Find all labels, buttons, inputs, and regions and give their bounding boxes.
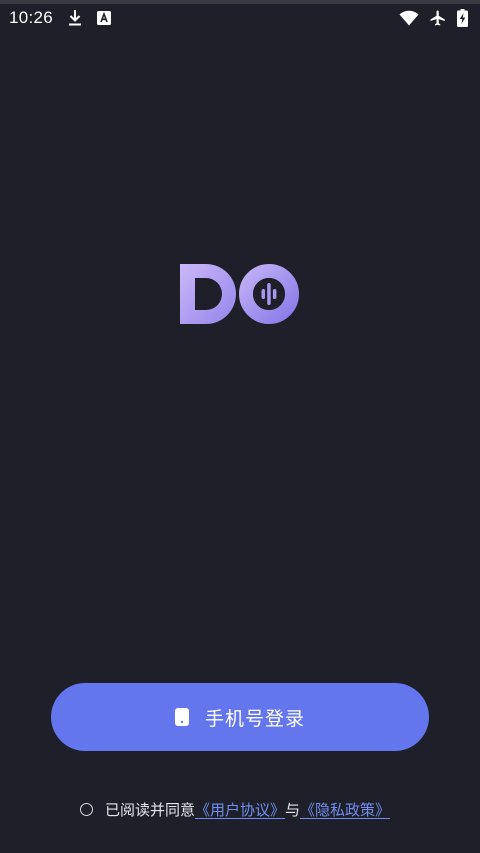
agreement-conjunction: 与 <box>285 800 301 819</box>
phone-login-label: 手机号登录 <box>204 707 305 730</box>
battery-charging-icon <box>457 9 468 27</box>
text-a-icon <box>97 11 112 25</box>
agreement-row: 已阅读并同意 《用户协议》 与 《隐私政策》 <box>80 798 390 820</box>
wifi-icon <box>399 10 419 26</box>
phone-login-button[interactable]: 手机号登录 <box>51 683 429 751</box>
agree-checkbox[interactable] <box>80 802 93 816</box>
app-logo <box>179 262 301 326</box>
status-time: 10:26 <box>9 8 54 27</box>
privacy-policy-link[interactable]: 《隐私政策》 <box>300 799 390 820</box>
agreement-prefix: 已阅读并同意 <box>105 800 196 819</box>
phone-icon <box>174 708 189 726</box>
status-bar-left: 10:26 <box>9 8 112 28</box>
status-bar: 10:26 <box>0 4 480 32</box>
user-agreement-link[interactable]: 《用户协议》 <box>195 799 285 820</box>
download-icon <box>67 9 83 27</box>
status-bar-right <box>399 9 468 27</box>
airplane-mode-icon <box>429 9 447 27</box>
